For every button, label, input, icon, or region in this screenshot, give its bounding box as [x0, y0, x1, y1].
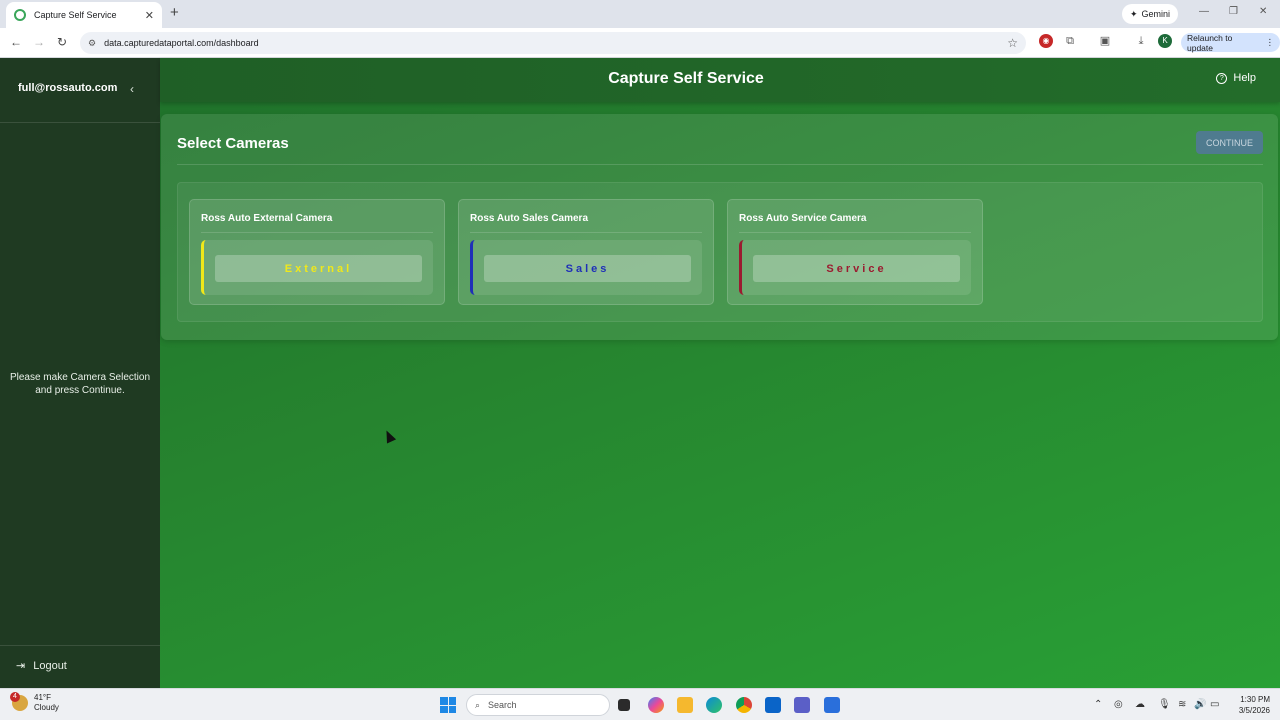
download-icon[interactable]: ⤓ [1134, 34, 1148, 48]
file-explorer-icon[interactable] [677, 697, 693, 713]
camera-option: Service [739, 240, 971, 295]
camera-card-divider [201, 232, 433, 233]
camera-name: Ross Auto Service Camera [739, 213, 867, 224]
page-title: Capture Self Service [608, 70, 764, 87]
settings-app-icon[interactable] [824, 697, 840, 713]
browser-tab-bar: Capture Self Service ✕ + ✦ Gemini — ❐ ✕ [0, 0, 1280, 28]
relaunch-label: Relaunch to update [1187, 32, 1233, 53]
start-menu-icon[interactable] [440, 697, 456, 713]
app-header: Capture Self Service ? Help [160, 58, 1280, 102]
extensions-puzzle-icon[interactable]: ⧉ [1063, 34, 1077, 48]
weather-desc: Cloudy [34, 703, 59, 712]
restore-icon[interactable]: ❐ [1229, 6, 1238, 17]
bookmark-star-icon[interactable]: ☆ [1007, 36, 1018, 50]
task-view-icon[interactable] [618, 699, 630, 711]
sparkle-icon: ✦ [1130, 8, 1138, 19]
camera-card-service: Ross Auto Service Camera Service [727, 199, 983, 305]
sidebar: full@rossauto.com ‹ Please make Camera S… [0, 58, 160, 688]
camera-select-button-sales[interactable]: Sales [484, 255, 691, 282]
continue-button[interactable]: CONTINUE [1196, 131, 1263, 154]
extension-icon[interactable]: ◉ [1039, 34, 1053, 48]
camera-select-button-service[interactable]: Service [753, 255, 960, 282]
search-icon: ⌕ [475, 699, 481, 710]
site-favicon-icon [14, 9, 26, 21]
copilot-icon[interactable] [648, 697, 664, 713]
help-label: Help [1233, 72, 1256, 84]
taskbar-search[interactable]: ⌕ Search [466, 694, 610, 716]
weather-icon: 4 [10, 692, 28, 711]
logout-button[interactable]: ⇥ Logout [16, 659, 67, 673]
minimize-icon[interactable]: — [1199, 6, 1209, 17]
camera-card-external: Ross Auto External Camera External [189, 199, 445, 305]
app-root: full@rossauto.com ‹ Please make Camera S… [0, 58, 1280, 688]
sidebar-instruction: Please make Camera Selection and press C… [9, 372, 151, 396]
camera-name: Ross Auto Sales Camera [470, 213, 589, 224]
relaunch-button[interactable]: Relaunch to update ⋮ [1181, 32, 1280, 53]
more-menu-icon: ⋮ [1265, 37, 1275, 47]
windows-taskbar: 4 41°F Cloudy ⌕ Search ⌃ ◎ ☁ 🎙 ≋ 🔊 ▭ 1:3… [0, 688, 1280, 720]
gemini-button[interactable]: ✦ Gemini [1122, 4, 1179, 24]
notification-badge: 4 [10, 692, 20, 702]
back-icon[interactable]: ← [10, 35, 22, 49]
help-button[interactable]: ? Help [1216, 72, 1256, 84]
chevron-up-icon[interactable]: ⌃ [1094, 699, 1102, 710]
weather-widget[interactable]: 4 41°F Cloudy [10, 692, 59, 713]
battery-icon[interactable]: ▭ [1210, 699, 1219, 710]
outlook-icon[interactable] [765, 697, 781, 713]
url-text: data.capturedataportal.com/dashboard [104, 38, 259, 48]
browser-toolbar: ← → ↻ ⚙ data.capturedataportal.com/dashb… [0, 28, 1280, 58]
logout-icon: ⇥ [16, 660, 26, 672]
logout-label: Logout [33, 659, 67, 672]
clock-date: 3/5/2026 [1238, 706, 1270, 715]
chevron-left-icon[interactable]: ‹ [130, 82, 134, 96]
select-cameras-panel: Select Cameras CONTINUE Ross Auto Extern… [161, 114, 1278, 340]
wifi-icon[interactable]: ≋ [1178, 699, 1186, 710]
sidebar-divider [0, 645, 160, 646]
panel-divider [177, 164, 1263, 165]
forward-icon[interactable]: → [33, 35, 45, 49]
camera-list: Ross Auto External Camera External Ross … [177, 182, 1263, 322]
camera-select-button-external[interactable]: External [215, 255, 422, 282]
camera-card-divider [739, 232, 971, 233]
camera-name: Ross Auto External Camera [201, 213, 333, 224]
camera-option: External [201, 240, 433, 295]
browser-tab[interactable]: Capture Self Service ✕ [6, 2, 162, 28]
tab-search-icon[interactable]: ▣ [1098, 34, 1112, 48]
close-tab-icon[interactable]: ✕ [145, 9, 154, 22]
edge-icon[interactable] [706, 697, 722, 713]
teams-icon[interactable] [794, 697, 810, 713]
search-label: Search [488, 700, 517, 710]
sidebar-divider [0, 122, 160, 123]
camera-option: Sales [470, 240, 702, 295]
network-icon[interactable]: ◎ [1114, 699, 1123, 710]
chrome-icon[interactable] [736, 697, 752, 713]
profile-avatar[interactable]: K [1158, 34, 1172, 48]
address-bar[interactable]: ⚙ data.capturedataportal.com/dashboard ☆ [80, 32, 1026, 54]
volume-icon[interactable]: 🔊 [1194, 699, 1206, 710]
new-tab-icon[interactable]: + [170, 4, 179, 21]
tab-title: Capture Self Service [34, 10, 117, 20]
clock-time: 1:30 PM [1240, 695, 1270, 704]
panel-title: Select Cameras [177, 135, 289, 152]
onedrive-icon[interactable]: ☁ [1135, 699, 1145, 710]
weather-temp: 41°F [34, 693, 51, 702]
user-email: full@rossauto.com [18, 82, 118, 94]
close-window-icon[interactable]: ✕ [1259, 6, 1267, 17]
camera-card-sales: Ross Auto Sales Camera Sales [458, 199, 714, 305]
gemini-label: Gemini [1141, 9, 1171, 19]
microphone-icon[interactable]: 🎙 [1158, 699, 1171, 710]
site-info-icon[interactable]: ⚙ [88, 38, 96, 49]
system-clock[interactable]: 1:30 PM 3/5/2026 [1224, 694, 1270, 716]
help-icon: ? [1216, 72, 1228, 84]
reload-icon[interactable]: ↻ [57, 35, 67, 49]
camera-card-divider [470, 232, 702, 233]
